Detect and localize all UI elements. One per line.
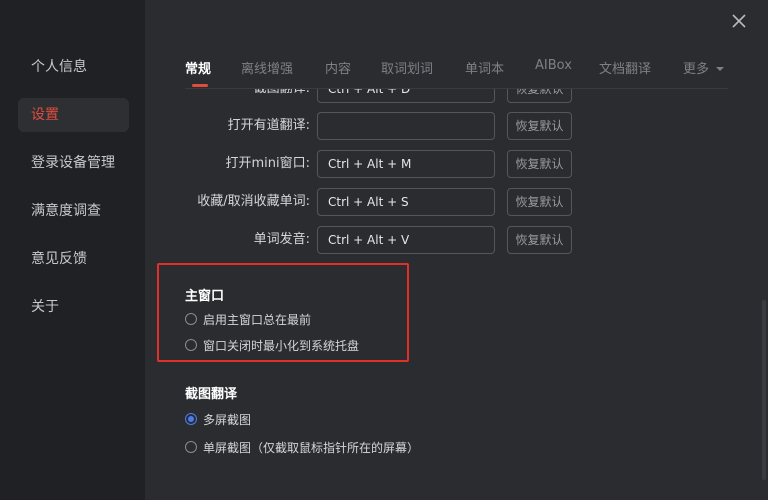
shortcut-input[interactable]: Ctrl + Alt + D xyxy=(317,89,495,103)
reset-default-button[interactable]: 恢复默认 xyxy=(507,150,572,178)
tab-more-label: 更多 xyxy=(683,62,710,77)
sidebar-item-about[interactable]: 关于 xyxy=(18,290,129,324)
radio-button-selected[interactable] xyxy=(185,413,197,425)
sidebar-item-settings[interactable]: 设置 xyxy=(18,98,129,132)
shortcut-input[interactable]: Ctrl + Alt + S xyxy=(317,188,495,216)
annotation-highlight-box xyxy=(157,263,409,362)
shortcut-input[interactable] xyxy=(317,112,495,140)
shortcut-label: 单词发音: xyxy=(253,232,310,247)
shortcut-row-mini-window: 打开mini窗口: Ctrl + Alt + M 恢复默认 xyxy=(145,150,768,178)
sidebar-item-survey[interactable]: 满意度调查 xyxy=(18,194,129,228)
radio-button[interactable] xyxy=(185,441,197,453)
tab-word-pick[interactable]: 取词划词 xyxy=(381,58,433,77)
radio-label: 单屏截图（仅截取鼠标指针所在的屏幕） xyxy=(203,441,420,455)
shortcut-label: 打开有道翻译: xyxy=(227,118,310,133)
tab-content[interactable]: 内容 xyxy=(325,58,351,77)
close-icon[interactable] xyxy=(728,10,750,32)
shortcut-label: 收藏/取消收藏单词: xyxy=(197,194,310,209)
tab-wordbook[interactable]: 单词本 xyxy=(465,58,504,77)
shortcut-row-pronounce: 单词发音: Ctrl + Alt + V 恢复默认 xyxy=(145,226,768,254)
shortcut-row-favorite: 收藏/取消收藏单词: Ctrl + Alt + S 恢复默认 xyxy=(145,188,768,216)
sidebar-item-profile[interactable]: 个人信息 xyxy=(18,50,129,84)
shortcut-input[interactable]: Ctrl + Alt + V xyxy=(317,226,495,254)
shortcut-row-screenshot: 截图翻译: Ctrl + Alt + D 恢复默认 xyxy=(145,89,768,103)
tab-aibox[interactable]: AIBox xyxy=(535,58,572,73)
shortcut-label: 打开mini窗口: xyxy=(225,156,310,171)
radio-label: 多屏截图 xyxy=(203,413,252,427)
shortcut-label: 截图翻译: xyxy=(254,89,310,103)
screenshot-section-title: 截图翻译 xyxy=(185,387,238,402)
scrollbar[interactable] xyxy=(762,300,766,480)
reset-default-button[interactable]: 恢复默认 xyxy=(507,89,572,103)
active-tab-indicator xyxy=(192,84,208,87)
shortcut-row-open-youdao: 打开有道翻译: 恢复默认 xyxy=(145,112,768,140)
sidebar: 个人信息 设置 登录设备管理 满意度调查 意见反馈 关于 xyxy=(0,0,145,500)
tab-doc-translate[interactable]: 文档翻译 xyxy=(599,58,651,77)
chevron-down-icon xyxy=(716,67,725,71)
reset-default-button[interactable]: 恢复默认 xyxy=(507,226,572,254)
reset-default-button[interactable]: 恢复默认 xyxy=(507,188,572,216)
tab-more[interactable]: 更多 xyxy=(683,58,725,77)
reset-default-button[interactable]: 恢复默认 xyxy=(507,112,572,140)
sidebar-item-devices[interactable]: 登录设备管理 xyxy=(18,146,129,180)
shortcut-input[interactable]: Ctrl + Alt + M xyxy=(317,150,495,178)
settings-panel: 常规 离线增强 内容 取词划词 单词本 AIBox 文档翻译 更多 截图翻译: … xyxy=(145,0,768,500)
tab-offline[interactable]: 离线增强 xyxy=(241,58,293,77)
sidebar-item-feedback[interactable]: 意见反馈 xyxy=(18,242,129,276)
tab-general[interactable]: 常规 xyxy=(185,58,211,77)
